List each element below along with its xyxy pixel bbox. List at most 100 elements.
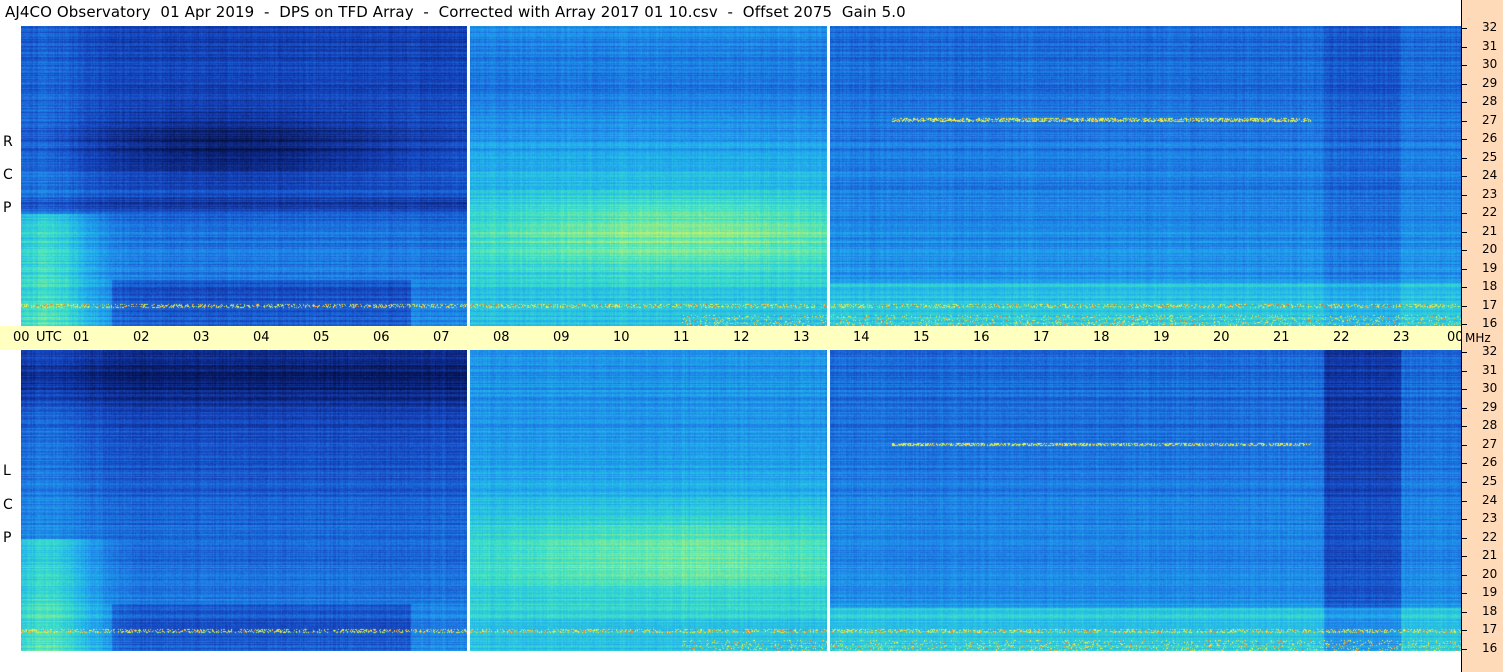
rcp-label-r: R — [3, 134, 13, 150]
y-tick-label: 22 — [1482, 205, 1498, 219]
x-tick-label: 03 — [193, 330, 210, 345]
y-tick-mark — [1462, 213, 1467, 214]
y-tick-mark — [1462, 389, 1467, 391]
y-tick-mark — [1462, 352, 1467, 353]
y-tick-mark — [1462, 463, 1467, 465]
y-tick-label: 18 — [1482, 603, 1498, 618]
y-tick-mark — [1462, 370, 1467, 372]
y-tick-mark — [1462, 574, 1467, 576]
y-tick-label: 29 — [1482, 75, 1498, 90]
y-tick-mark — [1462, 630, 1467, 632]
x-tick-label: 07 — [433, 330, 450, 345]
y-tick-label: 20 — [1482, 242, 1498, 256]
y-tick-mark — [1462, 611, 1467, 613]
y-tick-mark — [1462, 250, 1467, 251]
y-tick-mark — [1462, 305, 1467, 307]
y-tick-label: 20 — [1482, 566, 1498, 581]
x-tick-label: 00 — [13, 330, 30, 345]
y-tick-mark — [1462, 407, 1467, 409]
title-bar: AJ4CO Observatory 01 Apr 2019 - DPS on T… — [0, 0, 1460, 26]
x-tick-label: 15 — [913, 330, 930, 345]
y-tick-mark — [1462, 28, 1467, 29]
y-tick-mark — [1462, 649, 1467, 650]
y-tick-mark — [1462, 519, 1467, 521]
x-tick-label: 23 — [1393, 330, 1410, 345]
y-tick-label: 24 — [1482, 492, 1498, 507]
y-tick-mark — [1462, 537, 1467, 539]
y-tick-label: 22 — [1482, 529, 1498, 544]
y-tick-label: 25 — [1482, 473, 1498, 488]
x-tick-label: 12 — [733, 330, 750, 345]
y-tick-label: 26 — [1482, 131, 1498, 145]
y-tick-label: 19 — [1482, 585, 1498, 600]
x-tick-label: 11 — [673, 330, 690, 345]
x-tick-label: 09 — [553, 330, 570, 345]
rcp-spectrogram — [21, 26, 1461, 326]
y-tick-mark — [1462, 176, 1467, 177]
data-gap-separator — [827, 26, 830, 326]
y-tick-label: 21 — [1482, 548, 1498, 563]
x-tick-label: 14 — [853, 330, 870, 345]
y-tick-label: 16 — [1482, 316, 1498, 330]
x-tick-label: 10 — [613, 330, 630, 345]
y-tick-mark — [1462, 287, 1467, 288]
utc-time-axis: 00 UTC 01 02 03 04 05 06 07 08 09 10 11 12 13 14 15 16 17 1… — [0, 326, 1464, 350]
y-tick-label: 26 — [1482, 455, 1498, 470]
y-tick-mark — [1462, 65, 1467, 66]
rcp-label-c: C — [3, 167, 13, 183]
lcp-label-l: L — [3, 463, 11, 479]
y-tick-label: 23 — [1482, 186, 1498, 201]
x-tick-label: 08 — [493, 330, 510, 345]
lcp-spectrogram-panel — [21, 350, 1461, 651]
y-tick-label: 27 — [1482, 436, 1498, 451]
x-tick-label: 17 — [1033, 330, 1050, 345]
y-tick-label: 16 — [1482, 641, 1498, 655]
x-axis-unit-label: UTC — [36, 330, 62, 345]
y-tick-label: 31 — [1482, 362, 1498, 377]
y-tick-mark — [1462, 157, 1467, 159]
frequency-axis: 32 31 30 29 28 27 26 25 24 23 22 21 20 19 18 17 16 32 31 30… — [1461, 0, 1503, 672]
x-tick-label: 02 — [133, 330, 150, 345]
y-tick-label: 29 — [1482, 399, 1498, 414]
rcp-label-p: P — [3, 200, 12, 216]
data-gap-separator — [467, 26, 470, 326]
y-tick-label: 23 — [1482, 511, 1498, 526]
y-tick-mark — [1462, 268, 1467, 270]
y-tick-label: 25 — [1482, 149, 1498, 164]
y-tick-mark — [1462, 426, 1467, 428]
y-tick-mark — [1462, 139, 1467, 140]
y-tick-label: 21 — [1482, 223, 1498, 238]
y-tick-label: 24 — [1482, 168, 1498, 182]
y-tick-label: 19 — [1482, 260, 1498, 275]
y-tick-mark — [1462, 102, 1467, 103]
x-tick-label: 05 — [313, 330, 330, 345]
y-tick-mark — [1462, 556, 1467, 558]
x-tick-label: 04 — [253, 330, 270, 345]
data-gap-separator — [827, 350, 830, 651]
y-tick-mark — [1462, 231, 1467, 233]
y-tick-label: 17 — [1482, 297, 1498, 312]
rcp-spectrogram-panel — [21, 26, 1461, 326]
y-tick-mark — [1462, 120, 1467, 122]
y-tick-mark — [1462, 324, 1467, 325]
y-tick-label: 18 — [1482, 279, 1498, 293]
x-tick-label: 06 — [373, 330, 390, 345]
y-tick-label: 28 — [1482, 94, 1498, 108]
x-tick-label: 19 — [1153, 330, 1170, 345]
y-tick-mark — [1462, 444, 1467, 446]
lcp-spectrogram — [21, 350, 1461, 651]
x-tick-label: 16 — [973, 330, 990, 345]
lcp-label-p: P — [3, 530, 12, 546]
x-tick-label: 01 — [73, 330, 90, 345]
y-tick-label: 28 — [1482, 418, 1498, 433]
y-tick-mark — [1462, 593, 1467, 595]
y-axis-unit-label: MHz — [1465, 331, 1491, 345]
y-tick-label: 27 — [1482, 112, 1498, 127]
y-tick-mark — [1462, 194, 1467, 196]
x-tick-label: 13 — [793, 330, 810, 345]
y-tick-mark — [1462, 481, 1467, 483]
y-tick-label: 30 — [1482, 381, 1498, 396]
data-gap-separator — [467, 350, 470, 651]
x-tick-label: 21 — [1273, 330, 1290, 345]
y-tick-label: 32 — [1482, 344, 1498, 358]
